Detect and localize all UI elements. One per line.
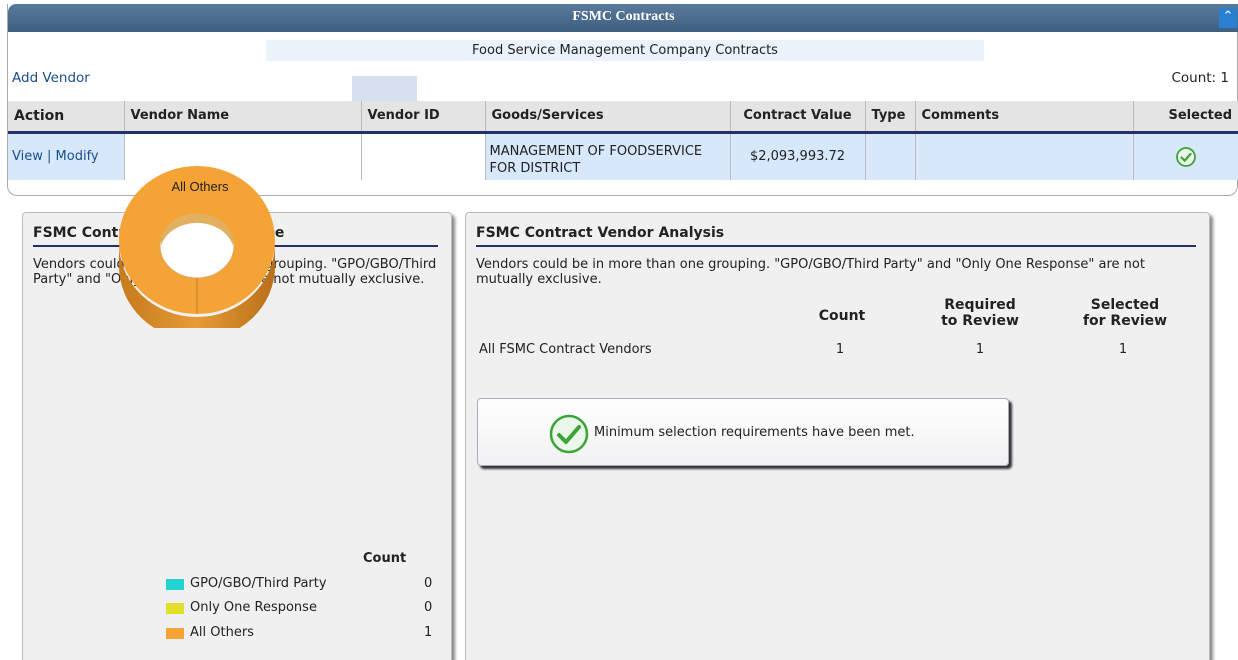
col-head-required: Required to Review (930, 297, 1030, 329)
col-head-selected-line2: for Review (1082, 313, 1168, 329)
double-chevron-up-icon[interactable]: ⌃ (1219, 8, 1237, 28)
header-comments: Comments (915, 101, 1134, 134)
contract-value-cell: $2,093,993.72 (730, 132, 866, 180)
header-type: Type (865, 101, 916, 134)
legend-label-gpo: GPO/GBO/Third Party (190, 576, 327, 591)
col-head-required-line2: to Review (941, 313, 1019, 329)
check-circle-icon (1175, 146, 1196, 167)
blank-box (352, 76, 417, 103)
col-head-required-line1: Required (944, 297, 1016, 313)
right-panel-description: Vendors could be in more than one groupi… (476, 257, 1145, 287)
legend-count-gpo: 0 (424, 576, 433, 591)
title-bar: FSMC Contracts ⌃ (8, 4, 1238, 32)
type-cell (865, 132, 916, 180)
selection-message-text: Minimum selection requirements have been… (594, 425, 915, 440)
view-link[interactable]: View (12, 149, 43, 164)
header-goods-services: Goods/Services (485, 101, 731, 134)
row-count: 1 (835, 342, 845, 357)
header-vendor-id: Vendor ID (361, 101, 486, 134)
row-selected: 1 (1118, 342, 1128, 357)
slice-label-all-others: All Others (171, 179, 229, 194)
legend-label-all-others: All Others (190, 625, 254, 640)
check-circle-icon (549, 414, 589, 454)
vendors-by-type-chart: All Others (119, 166, 275, 328)
header-contract-value: Contract Value (730, 101, 866, 134)
legend-count-one-response: 0 (424, 600, 433, 615)
legend-swatch-one-response (166, 603, 184, 614)
link-separator: | (47, 149, 52, 165)
col-head-selected-line1: Selected (1090, 297, 1160, 313)
right-panel-title: FSMC Contract Vendor Analysis (476, 225, 725, 241)
header-selected: Selected (1133, 101, 1238, 134)
legend-label-one-response: Only One Response (190, 600, 317, 615)
right-panel-rule (476, 245, 1196, 247)
vendor-count: Count: 1 (1171, 70, 1229, 86)
legend-count-all-others: 1 (424, 625, 433, 640)
selection-message-box: Minimum selection requirements have been… (477, 398, 1009, 466)
col-head-selected: Selected for Review (1075, 297, 1175, 329)
col-head-count: Count (818, 308, 866, 324)
legend-swatch-all-others (166, 628, 184, 639)
legend-count-header: Count (363, 551, 407, 566)
add-vendor-link[interactable]: Add Vendor (12, 70, 90, 86)
selected-cell (1133, 132, 1238, 180)
comments-cell (915, 132, 1134, 180)
row-required: 1 (975, 342, 985, 357)
row-label-all-vendors: All FSMC Contract Vendors (479, 342, 652, 357)
panel-title: FSMC Contracts (572, 9, 675, 24)
vendor-id-cell (361, 132, 486, 180)
modify-link[interactable]: Modify (56, 149, 99, 164)
panel-subtitle: Food Service Management Company Contract… (266, 40, 984, 61)
legend-swatch-gpo (166, 579, 184, 590)
goods-services-cell: MANAGEMENT OF FOODSERVICE FOR DISTRICT (485, 132, 731, 180)
